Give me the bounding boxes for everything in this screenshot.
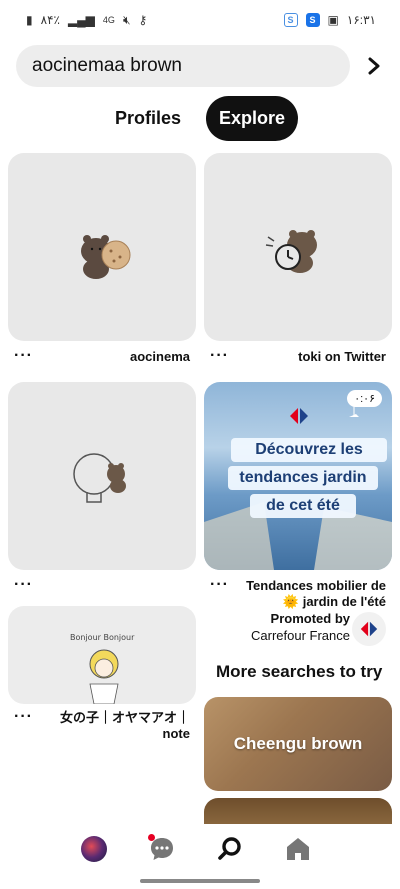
pin-card[interactable] [8, 382, 196, 570]
security-active-icon: S [305, 13, 320, 27]
tab-profiles[interactable]: Profiles [102, 96, 194, 141]
video-timer: ۰:۰۶ [347, 390, 382, 407]
ad-text-line: tendances jardin [228, 466, 378, 490]
pin-meta: ··· [14, 577, 190, 593]
girl-illustration: Bonjour Bonjour [70, 633, 135, 704]
home-icon [287, 838, 309, 860]
nav-profile[interactable] [79, 834, 109, 864]
search-input[interactable] [16, 45, 350, 87]
search-tabs: Profiles Explore [0, 95, 400, 141]
pin-card[interactable] [8, 153, 196, 341]
more-options-icon[interactable]: ··· [210, 577, 229, 593]
promoted-pin-card[interactable]: ۰:۰۶ Découvrez les tendances jardin de c… [204, 382, 392, 570]
pin-meta: ··· 女の子｜オヤマアオ｜ note [14, 709, 190, 742]
search-icon [218, 837, 241, 860]
promoted-info[interactable]: Promoted by Carrefour France [232, 610, 350, 644]
bear-cookie-illustration [81, 235, 131, 279]
mute-icon: 🔇︎ [122, 12, 131, 27]
pin-card[interactable] [204, 153, 392, 341]
carrefour-logo-icon [290, 408, 308, 424]
pin-source[interactable]: toki on Twitter [298, 349, 386, 365]
more-options-icon[interactable]: ··· [210, 348, 229, 364]
status-left: ▮ ٨۴٪ ▂▄▆ 4G 🔇︎ ⚷ [26, 13, 147, 28]
suggested-search-card[interactable]: Cheengu brown [204, 697, 392, 791]
nav-messages[interactable] [147, 834, 177, 864]
nav-search[interactable] [215, 834, 245, 864]
search-forward-button[interactable] [360, 52, 388, 80]
network-type: 4G [102, 15, 115, 25]
status-bar: ▮ ٨۴٪ ▂▄▆ 4G 🔇︎ ⚷ S S ▣ ۱۶:۳۱ [0, 0, 400, 40]
bottom-nav [0, 824, 400, 874]
ad-text-line: Découvrez les [231, 438, 387, 462]
pin-source[interactable]: 女の子｜オヤマアオ｜ note [40, 710, 190, 742]
advertiser-avatar[interactable] [352, 612, 386, 646]
pin-meta: ··· toki on Twitter [210, 348, 386, 365]
key-icon: ⚷ [138, 13, 148, 27]
battery-icon: ▮ [26, 13, 33, 27]
nav-home[interactable] [283, 834, 313, 864]
ad-text-line: de cet été [250, 494, 356, 518]
status-right: S S ▣ ۱۶:۳۱ [283, 13, 376, 27]
search-row [16, 45, 388, 87]
clock: ۱۶:۳۱ [346, 13, 376, 27]
carrefour-logo-icon [360, 621, 378, 637]
pin-meta: ··· Tendances mobilier de 🌞 jardin de l'… [210, 577, 386, 610]
more-searches-title: More searches to try [216, 662, 383, 681]
security-icon: S [283, 13, 298, 27]
pin-card[interactable]: Bonjour Bonjour [8, 606, 196, 704]
tab-explore[interactable]: Explore [206, 95, 299, 141]
advertiser-name: Carrefour France [251, 628, 350, 643]
suggested-search-label: Cheengu brown [233, 734, 363, 753]
svg-text:Bonjour Bonjour: Bonjour Bonjour [70, 633, 135, 642]
signal-icon: ▂▄▆ [67, 13, 95, 27]
bear-lightbulb-illustration [73, 453, 126, 503]
pin-meta: ··· aocinema [14, 348, 190, 365]
avatar [81, 836, 107, 862]
more-options-icon[interactable]: ··· [14, 348, 33, 364]
battery-level: ٨۴٪ [40, 13, 60, 27]
promoted-label: Promoted by [270, 611, 350, 626]
more-options-icon[interactable]: ··· [14, 577, 33, 593]
gallery-icon: ▣ [327, 13, 339, 27]
pin-source[interactable]: aocinema [130, 349, 190, 365]
pin-title[interactable]: Tendances mobilier de 🌞 jardin de l'été [241, 578, 386, 610]
bear-clock-illustration [265, 230, 317, 273]
chevron-right-icon [368, 57, 380, 75]
notification-dot [148, 834, 155, 841]
home-indicator[interactable] [140, 879, 260, 883]
more-options-icon[interactable]: ··· [14, 709, 33, 725]
